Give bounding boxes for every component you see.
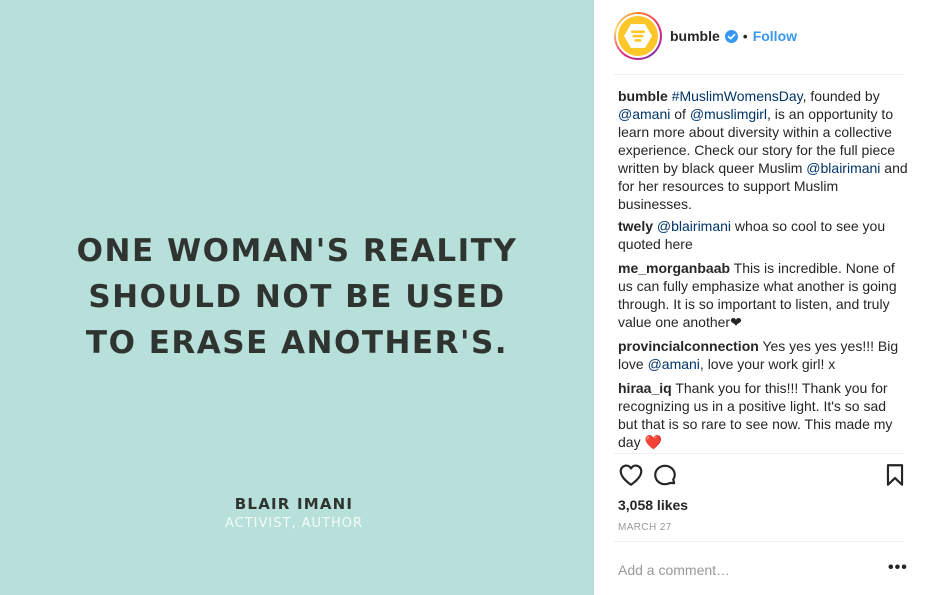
quote-text: ONE WOMAN'S REALITY SHOULD NOT BE USED T… [0, 228, 594, 366]
caption-mention-muslimgirl[interactable]: @muslimgirl [690, 106, 767, 122]
likes-count[interactable]: 3,058 likes [618, 497, 688, 513]
post-actions [618, 462, 908, 490]
comment-item: me_morganbaab This is incredible. None o… [618, 260, 897, 330]
quote-author: BLAIR IMANI [234, 495, 354, 513]
header-separator: • [742, 28, 748, 44]
actions-divider [614, 453, 904, 454]
more-options-icon[interactable]: ••• [888, 560, 907, 577]
comments-list: bumble #MuslimWomensDay, founded by @ama… [618, 87, 908, 457]
post-sidebar: bumble • Follow bumble #MuslimWomensDay,… [594, 0, 926, 595]
comment-username[interactable]: me_morganbaab [618, 260, 730, 276]
comment-username[interactable]: hiraa_iq [618, 380, 672, 396]
verified-badge-icon [724, 29, 738, 43]
caption-username[interactable]: bumble [618, 88, 668, 104]
comment-item: twely @blairimani whoa so cool to see yo… [618, 218, 886, 252]
add-comment-input[interactable] [618, 560, 878, 580]
caption: bumble #MuslimWomensDay, founded by @ama… [618, 88, 908, 212]
quote-line-1: ONE WOMAN'S REALITY [76, 233, 518, 269]
quote-line-2: SHOULD NOT BE USED [88, 279, 506, 315]
header-username[interactable]: bumble [670, 28, 720, 44]
avatar[interactable] [614, 12, 662, 60]
follow-button[interactable]: Follow [753, 28, 797, 44]
like-heart-icon[interactable] [618, 462, 644, 488]
save-bookmark-icon[interactable] [882, 462, 908, 488]
caption-mention-amani[interactable]: @amani [618, 106, 670, 122]
comment-mention[interactable]: @blairimani [657, 218, 731, 234]
header-divider [614, 74, 904, 75]
quote-author-role: ACTIVIST, AUTHOR [224, 516, 364, 531]
comment-divider [614, 541, 904, 542]
post-image: ONE WOMAN'S REALITY SHOULD NOT BE USED T… [0, 0, 594, 595]
bumble-logo-icon [618, 16, 658, 56]
post-header: bumble • Follow [614, 12, 904, 60]
comment-mention[interactable]: @amani [648, 356, 700, 372]
caption-hashtag[interactable]: #MuslimWomensDay [672, 88, 803, 104]
quote-line-3: TO ERASE ANOTHER'S. [85, 325, 509, 361]
red-heart-emoji-icon: ❤️ [644, 434, 662, 450]
caption-mention-blairimani[interactable]: @blairimani [806, 160, 880, 176]
comment-item: provincialconnection Yes yes yes yes!!! … [618, 338, 899, 372]
comment-bubble-icon[interactable] [652, 462, 678, 488]
comment-item: hiraa_iq Thank you for this!!! Thank you… [618, 380, 893, 450]
heart-emoji-icon: ❤ [730, 314, 742, 330]
comment-username[interactable]: provincialconnection [618, 338, 759, 354]
post-date[interactable]: MARCH 27 [618, 522, 672, 533]
comment-username[interactable]: twely [618, 218, 653, 234]
